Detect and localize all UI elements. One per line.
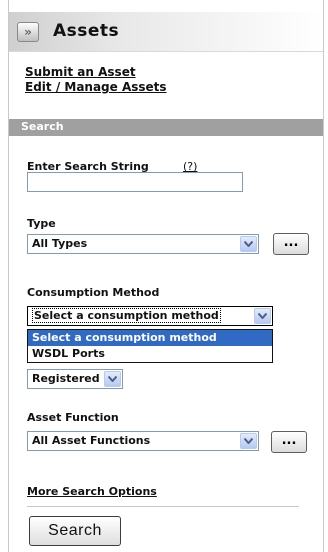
assets-panel: » Assets Submit an Asset Edit / Manage A… — [8, 0, 324, 552]
search-section-header: Search — [9, 119, 323, 136]
panel-header: » Assets — [9, 12, 323, 52]
collapse-toggle-button[interactable]: » — [17, 22, 39, 42]
chevron-down-icon[interactable] — [104, 371, 121, 387]
panel-title: Assets — [53, 21, 120, 41]
type-label: Type — [27, 217, 56, 230]
more-search-options-link[interactable]: More Search Options — [27, 485, 157, 498]
search-string-input[interactable] — [27, 172, 243, 192]
consumption-method-value: Select a consumption method — [32, 308, 221, 323]
chevron-down-icon[interactable] — [240, 433, 257, 449]
consumption-method-label: Consumption Method — [27, 286, 160, 299]
type-select-value: All Types — [32, 237, 88, 250]
asset-function-browse-button[interactable]: ... — [271, 431, 307, 453]
registered-select[interactable]: Registered — [27, 369, 123, 389]
asset-function-select[interactable]: All Asset Functions — [27, 431, 259, 451]
submit-asset-link[interactable]: Submit an Asset — [25, 65, 136, 79]
edit-manage-assets-link[interactable]: Edit / Manage Assets — [25, 80, 167, 94]
chevron-down-icon[interactable] — [240, 236, 257, 252]
consumption-method-select[interactable]: Select a consumption method — [27, 306, 273, 326]
divider — [27, 506, 299, 507]
double-chevron-right-icon: » — [24, 25, 32, 39]
type-select[interactable]: All Types — [27, 234, 259, 254]
asset-function-select-value: All Asset Functions — [32, 434, 151, 447]
chevron-down-icon[interactable] — [254, 308, 271, 324]
dropdown-option-wsdl-ports[interactable]: WSDL Ports — [28, 346, 272, 362]
search-button[interactable]: Search — [29, 516, 121, 546]
registered-select-value: Registered — [32, 372, 100, 385]
search-section-title: Search — [21, 120, 64, 133]
asset-function-label: Asset Function — [27, 411, 119, 424]
dropdown-option-selected[interactable]: Select a consumption method — [28, 330, 272, 346]
consumption-method-dropdown: Select a consumption method WSDL Ports — [27, 329, 273, 363]
type-browse-button[interactable]: ... — [273, 233, 309, 255]
